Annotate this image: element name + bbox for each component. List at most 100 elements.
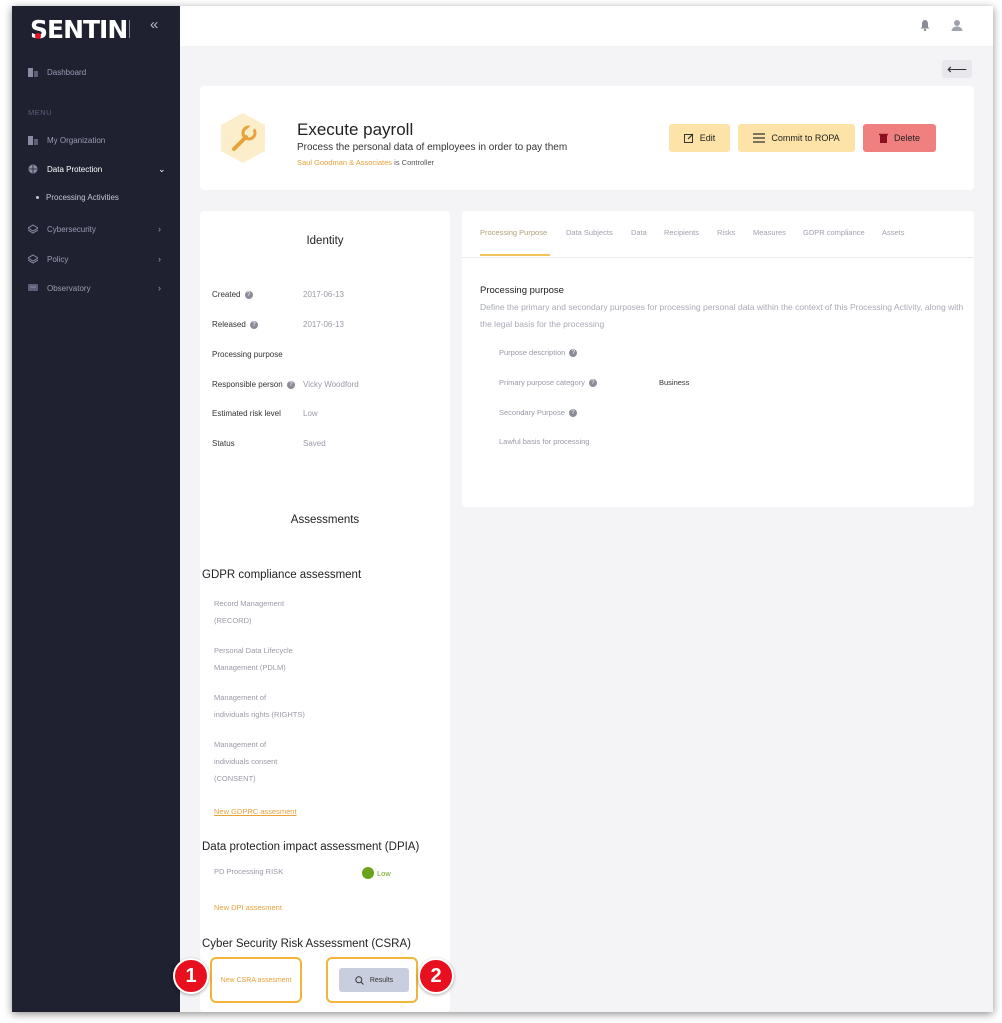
tab-assets[interactable]: Assets bbox=[882, 228, 905, 237]
tab-recipients[interactable]: Recipients bbox=[664, 228, 699, 237]
identity-title: Identity bbox=[306, 235, 344, 247]
identity-released-value: 2017-06-13 bbox=[303, 320, 344, 329]
sidebar-item-dashboard[interactable]: Dashboard bbox=[12, 61, 180, 83]
sidebar-item-label: Data Protection bbox=[47, 164, 103, 174]
identity-risk-value: Low bbox=[303, 409, 318, 418]
new-csra-link[interactable]: New CSRA assesment bbox=[210, 957, 302, 1003]
secondary-purpose-label: Secondary Purpose ? bbox=[499, 408, 577, 418]
chevron-right-icon: › bbox=[158, 254, 161, 264]
sidebar-item-label: Cybersecurity bbox=[47, 224, 96, 234]
purpose-title: Processing purpose bbox=[480, 285, 564, 296]
sidebar-item-cybersecurity[interactable]: Cybersecurity › bbox=[12, 218, 180, 240]
sidebar-subitem-label: Processing Activities bbox=[46, 193, 119, 202]
chevron-right-icon: › bbox=[158, 224, 161, 234]
lawful-basis-label: Lawful basis for processing bbox=[499, 437, 590, 446]
help-icon[interactable]: ? bbox=[244, 290, 253, 299]
sidebar-item-my-organization[interactable]: My Organization bbox=[12, 129, 180, 151]
tab-data-subjects[interactable]: Data Subjects bbox=[566, 228, 613, 237]
bell-icon[interactable] bbox=[919, 19, 931, 31]
gdpr-item-pdlm: Personal Data Lifecycle Management (PDLM) bbox=[214, 646, 293, 672]
collapse-sidebar-icon[interactable]: « bbox=[150, 16, 158, 33]
monitor-icon bbox=[28, 284, 38, 291]
details-tabs-card: Processing Purpose Data Subjects Data Re… bbox=[462, 211, 974, 507]
callout-2: 2 bbox=[418, 958, 454, 994]
chevron-down-icon: ⌄ bbox=[158, 163, 166, 174]
user-icon[interactable] bbox=[951, 19, 963, 31]
help-icon[interactable]: ? bbox=[569, 349, 578, 358]
edit-icon bbox=[683, 133, 694, 143]
active-tab-indicator bbox=[480, 254, 550, 256]
sidebar-subitem-processing-activities[interactable]: Processing Activities bbox=[36, 193, 119, 202]
search-icon bbox=[355, 975, 364, 985]
edit-button[interactable]: Edit bbox=[669, 124, 730, 152]
controller-suffix: is Controller bbox=[392, 158, 435, 167]
sidebar-item-label: Dashboard bbox=[47, 67, 87, 77]
identity-assessments-card: Identity Created ? 2017-06-13 Released ?… bbox=[200, 211, 450, 1012]
list-icon bbox=[753, 133, 766, 143]
sidebar-item-data-protection[interactable]: Data Protection ⌄ bbox=[12, 158, 180, 180]
primary-purpose-value: Business bbox=[659, 378, 690, 387]
identity-status-value: Saved bbox=[303, 439, 326, 448]
delete-button[interactable]: Delete bbox=[863, 124, 936, 152]
sentinel-logo: SENTINEL bbox=[30, 15, 130, 44]
layers-icon bbox=[28, 254, 38, 264]
identity-responsible-label: Responsible person ? bbox=[212, 380, 295, 389]
purpose-description: Define the primary and secondary purpose… bbox=[480, 302, 964, 329]
svg-text:SENTINEL: SENTINEL bbox=[30, 15, 130, 44]
globe-icon bbox=[28, 164, 38, 174]
help-icon[interactable]: ? bbox=[250, 320, 259, 329]
sidebar: SENTINEL « Dashboard MENU My Organizatio… bbox=[12, 6, 180, 1012]
results-highlight: Results bbox=[326, 957, 418, 1003]
identity-purpose-label: Processing purpose bbox=[212, 350, 283, 359]
delete-label: Delete bbox=[893, 133, 920, 143]
top-bar bbox=[180, 6, 993, 46]
commit-label: Commit to ROPA bbox=[771, 133, 840, 143]
bullet-icon bbox=[36, 196, 39, 200]
wrench-icon bbox=[221, 113, 265, 163]
app-window: SENTINEL « Dashboard MENU My Organizatio… bbox=[12, 6, 993, 1012]
back-button[interactable]: ⟵ bbox=[942, 60, 972, 78]
primary-purpose-label: Primary purpose category ? bbox=[499, 378, 597, 388]
edit-label: Edit bbox=[699, 133, 716, 143]
dpia-heading: Data protection impact assessment (DPIA) bbox=[202, 841, 420, 853]
tab-processing-purpose[interactable]: Processing Purpose bbox=[480, 228, 547, 237]
callout-1: 1 bbox=[173, 958, 209, 994]
trash-icon bbox=[878, 133, 888, 143]
results-button[interactable]: Results bbox=[339, 968, 409, 992]
dpia-risk-label: PD Processing RISK bbox=[214, 867, 284, 876]
status-dot-icon bbox=[362, 867, 374, 879]
identity-created-label: Created ? bbox=[212, 290, 253, 299]
help-icon[interactable]: ? bbox=[588, 379, 597, 388]
building-icon bbox=[28, 136, 38, 145]
sidebar-item-label: Observatory bbox=[47, 283, 91, 293]
page-title: Execute payroll bbox=[297, 120, 414, 139]
tab-data[interactable]: Data bbox=[631, 228, 647, 237]
sidebar-item-observatory[interactable]: Observatory › bbox=[12, 277, 180, 299]
identity-responsible-value: Vicky Woodford bbox=[303, 380, 359, 389]
tab-risks[interactable]: Risks bbox=[717, 228, 735, 237]
purpose-description-label: Purpose description ? bbox=[499, 348, 578, 358]
sidebar-item-policy[interactable]: Policy › bbox=[12, 248, 180, 270]
menu-section-label: MENU bbox=[28, 108, 53, 117]
chevron-right-icon: › bbox=[158, 283, 161, 293]
risk-level-badge: Low bbox=[362, 867, 391, 879]
new-gdprc-link[interactable]: New GDPRC assesment bbox=[214, 807, 297, 816]
tab-bar: Processing Purpose Data Subjects Data Re… bbox=[462, 211, 974, 258]
sidebar-item-label: Policy bbox=[47, 254, 69, 264]
activity-description: Process the personal data of employees i… bbox=[297, 142, 568, 153]
commit-to-ropa-button[interactable]: Commit to ROPA bbox=[738, 124, 855, 152]
tab-measures[interactable]: Measures bbox=[753, 228, 786, 237]
help-icon[interactable]: ? bbox=[568, 409, 577, 418]
tab-gdpr-compliance[interactable]: GDPR compliance bbox=[803, 228, 865, 237]
help-icon[interactable]: ? bbox=[286, 380, 295, 389]
sidebar-item-label: My Organization bbox=[47, 135, 106, 145]
new-dpi-link[interactable]: New DPI assesment bbox=[214, 903, 282, 912]
gdpr-item-consent: Management of individuals consent (CONSENT… bbox=[214, 740, 278, 783]
gdpr-item-record: Record Management (RECORD) bbox=[214, 599, 285, 625]
gdpr-item-rights: Management of individuals rights (RIGHTS) bbox=[214, 693, 305, 719]
controller-org-link[interactable]: Saul Goodman & Associates bbox=[297, 158, 392, 167]
identity-released-label: Released ? bbox=[212, 320, 259, 329]
gdpr-heading: GDPR compliance assessment bbox=[202, 569, 362, 581]
assessments-title: Assessments bbox=[290, 514, 360, 526]
activity-header-card: Execute payroll Process the personal dat… bbox=[200, 86, 974, 190]
